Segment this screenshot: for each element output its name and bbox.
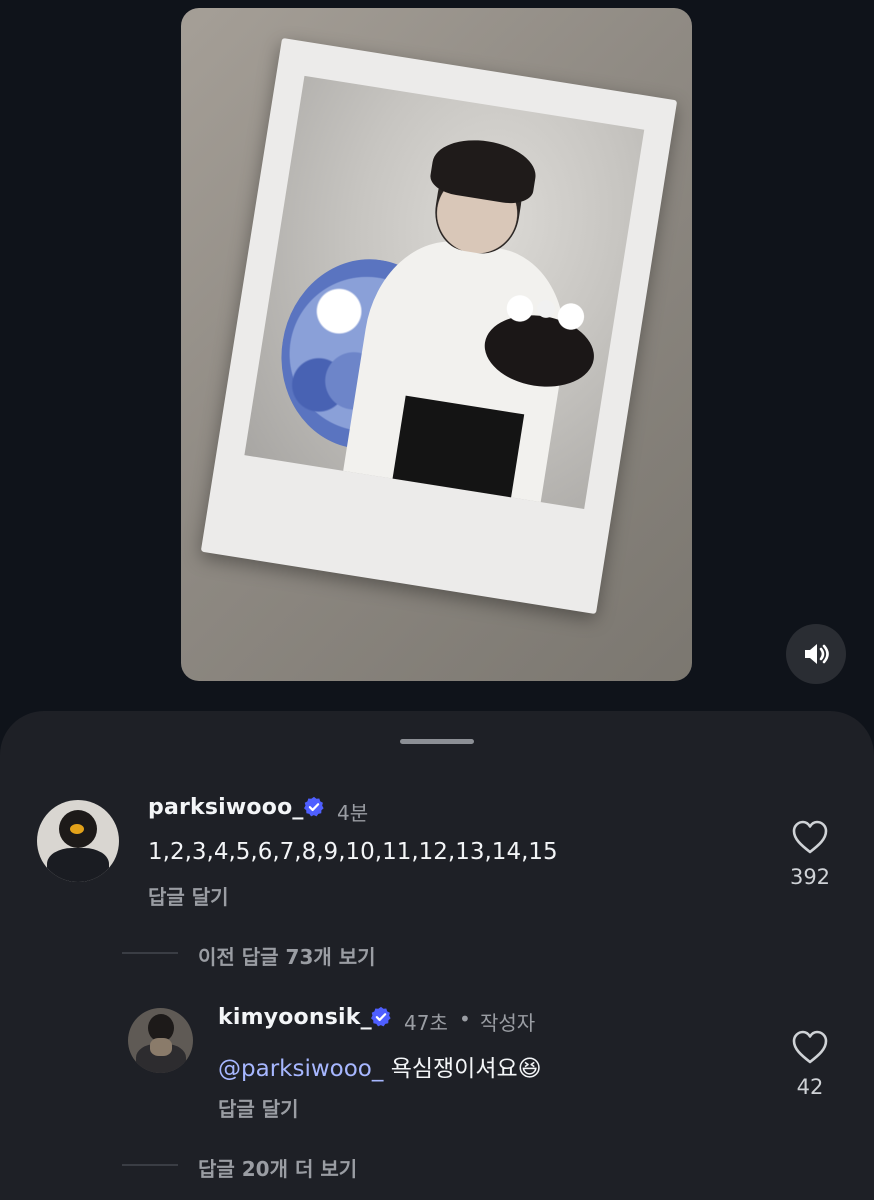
post-media-photo[interactable] bbox=[181, 8, 692, 681]
polaroid-photo-image bbox=[244, 75, 645, 509]
view-previous-replies-button[interactable]: 이전 답글 73개 보기 bbox=[198, 941, 376, 970]
avatar-accessory bbox=[70, 824, 84, 834]
comment-username[interactable]: parksiwooo_ bbox=[148, 795, 304, 820]
mention-link[interactable]: @parksiwooo_ bbox=[218, 1056, 383, 1082]
sheet-drag-handle[interactable] bbox=[400, 739, 474, 744]
author-tag: 작성자 bbox=[480, 1011, 536, 1035]
thread-divider bbox=[122, 1164, 178, 1166]
avatar[interactable] bbox=[128, 1008, 193, 1073]
reply-button[interactable]: 답글 달기 bbox=[148, 881, 229, 910]
verified-badge-icon bbox=[371, 1006, 391, 1027]
reply-username[interactable]: kimyoonsik_ bbox=[218, 1005, 372, 1030]
view-more-replies-button[interactable]: 답글 20개 더 보기 bbox=[198, 1153, 357, 1182]
polaroid-print bbox=[200, 37, 678, 615]
reply-text: @parksiwooo_ 욕심쟁이셔요😆 bbox=[218, 1049, 542, 1083]
reply-message: 욕심쟁이셔요😆 bbox=[390, 1056, 542, 1082]
sound-toggle-button[interactable] bbox=[786, 624, 846, 684]
comment-timestamp: 4분 bbox=[337, 801, 369, 825]
comment-text: 1,2,3,4,5,6,7,8,9,10,11,12,13,14,15 bbox=[148, 839, 558, 865]
heart-icon bbox=[792, 820, 828, 854]
like-button[interactable]: 42 bbox=[780, 1029, 840, 1099]
reply-button[interactable]: 답글 달기 bbox=[218, 1093, 299, 1122]
avatar-body bbox=[47, 848, 109, 882]
avatar-pet bbox=[150, 1038, 172, 1056]
thread-divider bbox=[122, 952, 178, 954]
speaker-icon bbox=[805, 644, 829, 664]
like-count: 392 bbox=[789, 865, 831, 889]
like-button[interactable]: 392 bbox=[780, 819, 840, 889]
avatar[interactable] bbox=[37, 800, 119, 882]
reply-timestamp: 47초 bbox=[404, 1011, 448, 1035]
comments-sheet: parksiwooo_ 4분 1,2,3,4,5,6,7,8,9,10,11,1… bbox=[0, 711, 874, 1200]
figure-pants bbox=[388, 395, 525, 509]
heart-icon bbox=[792, 1030, 828, 1064]
verified-badge-icon bbox=[304, 796, 324, 817]
like-count: 42 bbox=[796, 1075, 824, 1099]
meta-separator: • bbox=[459, 1007, 471, 1031]
